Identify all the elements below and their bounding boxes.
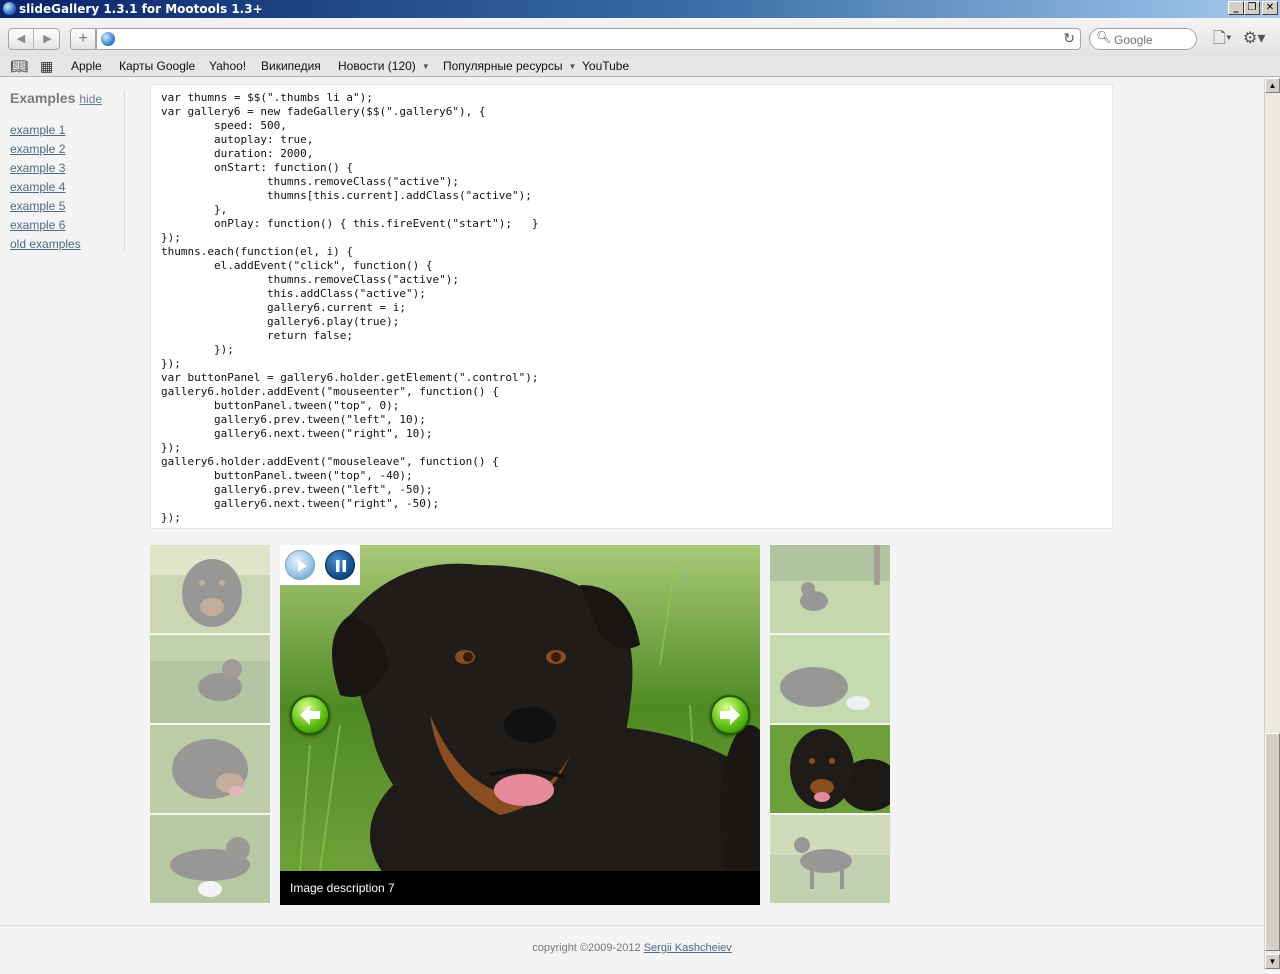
- sidebar-item-example-1: example 1: [10, 121, 124, 140]
- address-input[interactable]: [121, 31, 1051, 47]
- example-3-link[interactable]: example 3: [10, 161, 65, 175]
- example-1-link[interactable]: example 1: [10, 123, 65, 137]
- bookmark-apple[interactable]: Apple: [71, 58, 102, 74]
- play-button[interactable]: [285, 550, 315, 580]
- thumbnail-5[interactable]: [770, 545, 890, 633]
- page-footer: copyright ©2009-2012 Sergii Kashcheiev: [0, 942, 1264, 954]
- main-gallery[interactable]: Image description 7: [280, 545, 760, 905]
- back-button[interactable]: ◀: [9, 29, 34, 49]
- page-content: Examples hide example 1 example 2 example…: [0, 78, 1264, 970]
- bookmark-google-maps[interactable]: Карты Google: [119, 58, 195, 74]
- old-examples-link[interactable]: old examples: [10, 237, 81, 251]
- bookmark-popular-label: Популярные ресурсы: [443, 59, 563, 73]
- thumbnail-1[interactable]: [150, 545, 270, 633]
- examples-list: example 1 example 2 example 3 example 4 …: [10, 121, 124, 254]
- window-title: slideGallery 1.3.1 for Mootools 1.3+: [19, 2, 263, 16]
- code-sample-box: var thumns = $$(".thumbs li a"); var gal…: [150, 84, 1113, 529]
- add-bookmark-button[interactable]: +: [70, 28, 96, 50]
- maximize-button[interactable]: ❐: [1244, 1, 1260, 15]
- scroll-up-button[interactable]: ▲: [1265, 78, 1280, 93]
- examples-sidebar: Examples hide example 1 example 2 example…: [10, 90, 125, 252]
- sidebar-item-example-5: example 5: [10, 197, 124, 216]
- sidebar-item-old-examples: old examples: [10, 235, 124, 254]
- image-caption: Image description 7: [280, 871, 760, 905]
- sidebar-item-example-3: example 3: [10, 159, 124, 178]
- globe-icon: [101, 32, 115, 46]
- pause-button[interactable]: [325, 550, 355, 580]
- gallery-control-panel: [280, 545, 360, 585]
- bookmark-news-label: Новости (120): [338, 59, 416, 73]
- top-sites-grid-icon[interactable]: ▦: [40, 57, 53, 75]
- scroll-down-button[interactable]: ▼: [1265, 954, 1280, 969]
- author-link[interactable]: Sergii Kashcheiev: [644, 942, 732, 954]
- thumbnail-7-active[interactable]: [770, 725, 890, 813]
- minimize-button[interactable]: _: [1228, 1, 1244, 15]
- arrow-right-icon: [720, 705, 740, 725]
- sidebar-heading-row: Examples hide: [10, 90, 124, 106]
- bookmark-yahoo[interactable]: Yahoo!: [209, 58, 246, 74]
- code-sample: var thumns = $$(".thumbs li a"); var gal…: [161, 91, 539, 524]
- thumbnails-left: [150, 545, 270, 905]
- dog-photo: [280, 545, 760, 871]
- footer-divider: [0, 925, 1264, 926]
- browser-toolbar: ◀ ▶ + ↻ 🔍︎ 🗋▾ ⚙▾: [0, 18, 1280, 58]
- search-input[interactable]: [1114, 32, 1192, 47]
- example-6-link[interactable]: example 6: [10, 218, 65, 232]
- bookmark-wikipedia[interactable]: Википедия: [261, 58, 321, 74]
- thumbnail-4[interactable]: [150, 815, 270, 903]
- reading-list-icon[interactable]: 📖︎: [10, 57, 28, 75]
- browser-app-icon: [3, 2, 16, 15]
- arrow-left-icon: [300, 705, 320, 725]
- thumbnails-right: [770, 545, 890, 905]
- reload-icon[interactable]: ↻: [1063, 30, 1075, 47]
- thumbnail-2[interactable]: [150, 635, 270, 723]
- address-bar[interactable]: ↻: [96, 28, 1081, 50]
- bookmark-youtube[interactable]: YouTube: [582, 58, 629, 74]
- footer-copyright: copyright ©2009-2012: [532, 942, 644, 954]
- nav-buttons: ◀ ▶: [8, 28, 60, 50]
- bookmark-popular-menu[interactable]: Популярные ресурсы ▼: [443, 58, 576, 76]
- close-button[interactable]: ✕: [1262, 1, 1278, 15]
- thumbnail-6[interactable]: [770, 635, 890, 723]
- sidebar-hide-link[interactable]: hide: [79, 92, 102, 106]
- bookmarks-bar: 📖︎ ▦ Apple Карты Google Yahoo! Википедия…: [0, 56, 1280, 77]
- chevron-down-icon: ▼: [421, 62, 430, 71]
- sidebar-item-example-6: example 6: [10, 216, 124, 235]
- sidebar-item-example-4: example 4: [10, 178, 124, 197]
- example-5-link[interactable]: example 5: [10, 199, 65, 213]
- next-button[interactable]: [710, 695, 750, 735]
- thumbnail-8[interactable]: [770, 815, 890, 903]
- sidebar-heading: Examples: [10, 90, 76, 106]
- pause-icon: [336, 560, 346, 572]
- sidebar-item-example-2: example 2: [10, 140, 124, 159]
- play-icon: [298, 560, 307, 572]
- window-title-bar: slideGallery 1.3.1 for Mootools 1.3+ _ ❐…: [0, 0, 1280, 18]
- page-menu-icon[interactable]: 🗋▾: [1213, 28, 1232, 50]
- bookmark-news-menu[interactable]: Новости (120) ▼: [338, 58, 430, 76]
- search-box[interactable]: 🔍︎: [1089, 28, 1197, 50]
- scrollbar-thumb[interactable]: [1265, 733, 1280, 951]
- previous-button[interactable]: [290, 695, 330, 735]
- vertical-scrollbar[interactable]: ▲ ▼: [1264, 78, 1280, 970]
- example-4-link[interactable]: example 4: [10, 180, 65, 194]
- forward-button[interactable]: ▶: [35, 29, 60, 49]
- search-icon: 🔍︎: [1096, 30, 1112, 44]
- thumbnail-3[interactable]: [150, 725, 270, 813]
- gear-icon[interactable]: ⚙▾: [1243, 28, 1265, 50]
- chevron-down-icon: ▼: [568, 62, 577, 71]
- example-2-link[interactable]: example 2: [10, 142, 65, 156]
